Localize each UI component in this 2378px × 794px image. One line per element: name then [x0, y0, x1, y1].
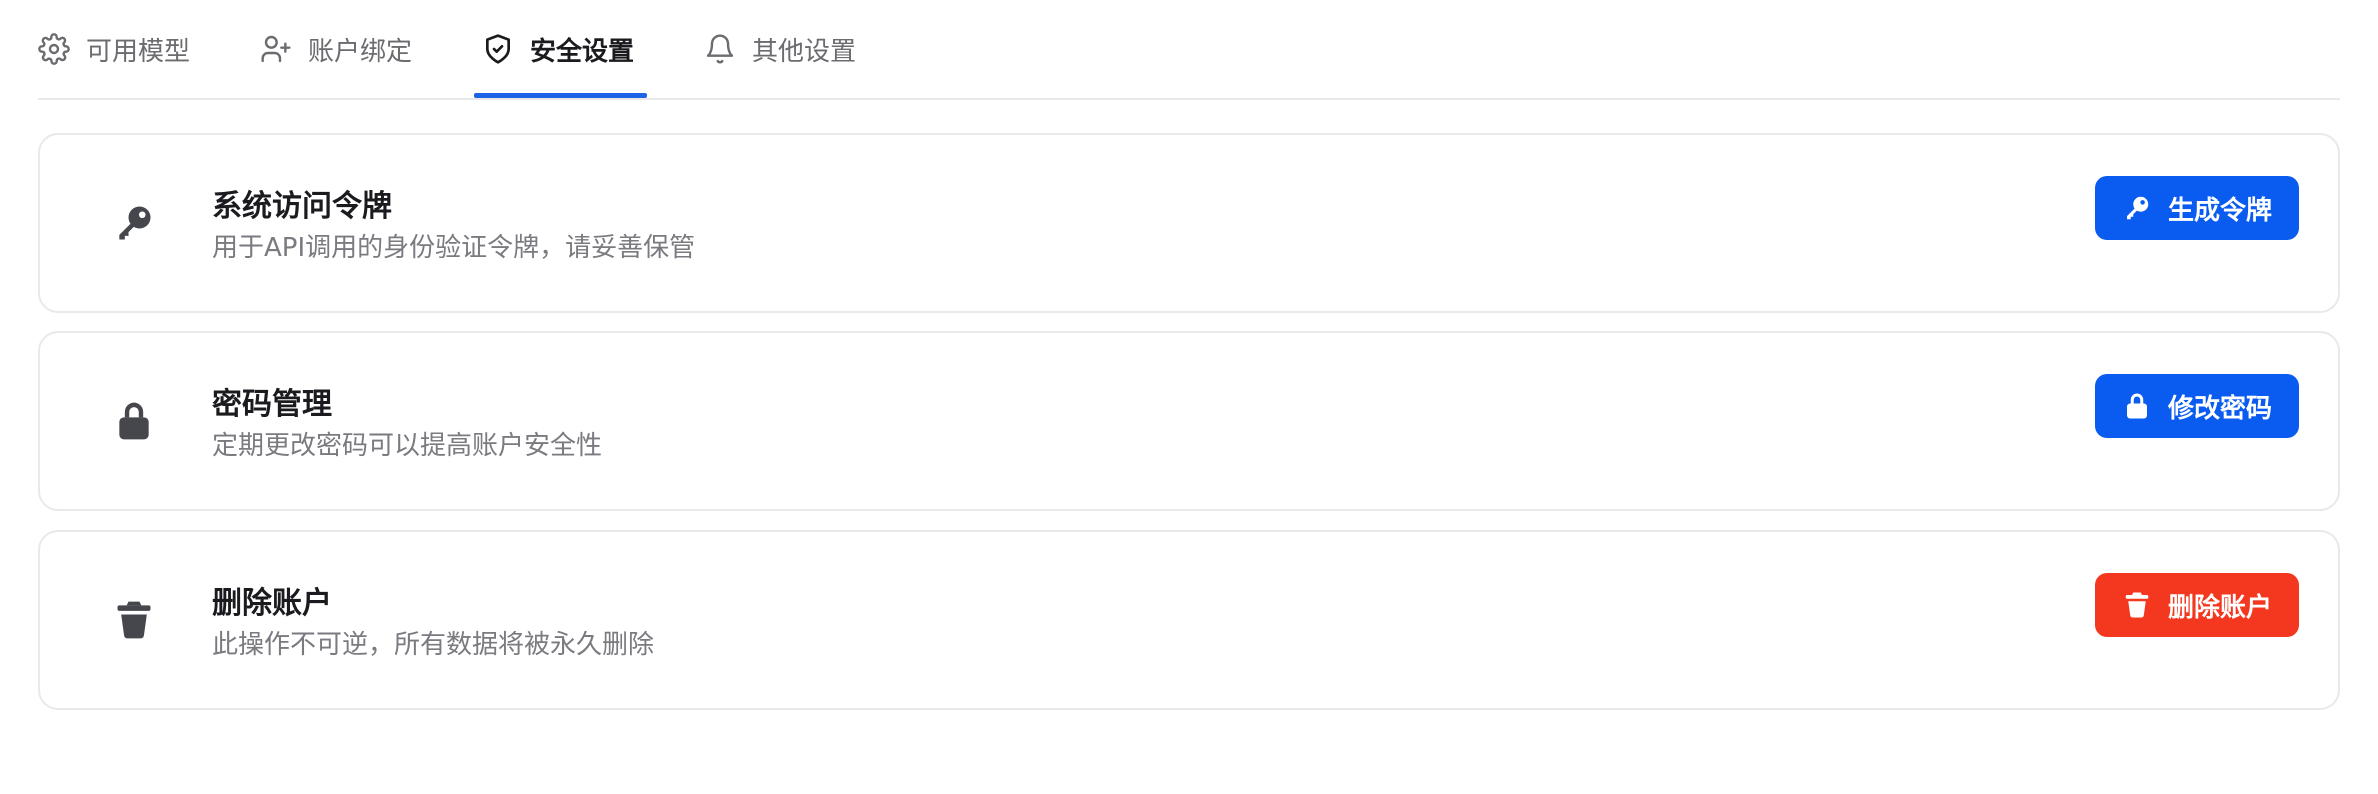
delete-account-button[interactable]: 删除账户 [2095, 573, 2299, 637]
tab-other-settings[interactable]: 其他设置 [704, 0, 856, 98]
card-description: 定期更改密码可以提高账户安全性 [212, 431, 603, 461]
lock-icon [119, 402, 149, 440]
trash-icon [117, 601, 151, 639]
delete-account-card: 删除账户 此操作不可逆，所有数据将被永久删除 删除账户 [38, 530, 2340, 710]
shield-check-icon [486, 34, 510, 64]
tab-account-binding[interactable]: 账户绑定 [260, 0, 412, 98]
tab-label: 账户绑定 [308, 36, 413, 67]
change-password-button[interactable]: 修改密码 [2095, 374, 2299, 438]
access-token-card: 系统访问令牌 用于API调用的身份验证令牌，请妥善保管 生成令牌 [38, 133, 2340, 313]
bell-icon [706, 34, 734, 64]
card-title: 系统访问令牌 [212, 189, 392, 224]
tab-label: 可用模型 [86, 36, 191, 67]
trash-icon [2125, 592, 2149, 618]
password-management-card: 密码管理 定期更改密码可以提高账户安全性 修改密码 [38, 331, 2340, 511]
user-plus-icon [261, 35, 291, 63]
button-label: 删除账户 [2167, 592, 2272, 623]
tab-label: 安全设置 [530, 36, 635, 67]
generate-token-button[interactable]: 生成令牌 [2095, 176, 2299, 240]
card-title: 删除账户 [212, 586, 332, 621]
button-label: 生成令牌 [2167, 195, 2272, 226]
settings-tab-bar: 可用模型 账户绑定 安全设置 其他设置 [38, 0, 2340, 100]
tab-label: 其他设置 [752, 36, 857, 67]
key-icon [119, 206, 151, 240]
card-title: 密码管理 [212, 387, 332, 422]
key-icon [2126, 196, 2149, 220]
card-description: 此操作不可逆，所有数据将被永久删除 [212, 630, 655, 660]
button-label: 修改密码 [2167, 393, 2272, 424]
card-description: 用于API调用的身份验证令牌，请妥善保管 [212, 233, 696, 263]
tab-security-settings[interactable]: 安全设置 [482, 0, 634, 98]
tab-available-models[interactable]: 可用模型 [38, 0, 190, 98]
gear-icon [38, 33, 70, 65]
active-tab-indicator [474, 93, 647, 98]
lock-icon [2126, 393, 2147, 419]
